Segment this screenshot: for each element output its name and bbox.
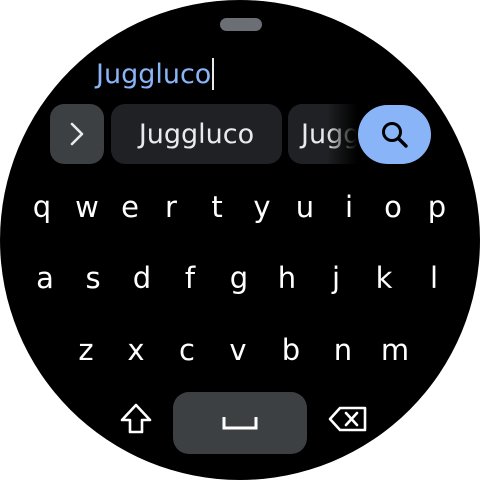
chevron-right-icon [70,122,84,146]
key-q[interactable]: q [28,182,56,232]
key-r[interactable]: r [157,182,185,232]
key-g[interactable]: g [225,253,253,303]
expand-suggestions-button[interactable] [50,104,104,164]
drag-handle[interactable] [220,18,262,31]
key-f[interactable]: f [176,253,204,303]
search-button[interactable] [358,105,431,164]
suggestion-fade [327,104,357,164]
backspace-key[interactable] [324,397,372,441]
search-icon [381,121,408,148]
space-bar-icon [222,417,258,430]
key-j[interactable]: j [322,253,350,303]
key-k[interactable]: k [370,253,398,303]
key-l[interactable]: l [420,253,448,303]
key-h[interactable]: h [273,253,301,303]
key-c[interactable]: c [173,325,201,375]
keyboard-row-3: z x c v b n m [0,325,480,375]
key-e[interactable]: e [116,182,144,232]
keyboard-row-2: a s d f g h j k l [0,253,480,303]
backspace-icon [328,406,367,432]
key-m[interactable]: m [381,325,409,375]
space-key[interactable] [173,392,307,454]
key-z[interactable]: z [72,325,100,375]
key-u[interactable]: u [291,182,319,232]
text-input-field[interactable]: Juggluco [96,56,215,92]
key-b[interactable]: b [277,325,305,375]
text-cursor [212,58,215,90]
key-p[interactable]: p [423,182,451,232]
key-o[interactable]: o [379,182,407,232]
key-w[interactable]: w [73,182,101,232]
key-v[interactable]: v [224,325,252,375]
input-value: Juggluco [96,58,212,90]
key-t[interactable]: t [203,182,231,232]
key-i[interactable]: i [335,182,363,232]
watch-screen: Juggluco Juggluco Jugg q w e r t y u i o… [0,0,480,480]
key-n[interactable]: n [329,325,357,375]
suggestion-chip[interactable]: Juggluco [111,104,282,164]
key-x[interactable]: x [122,325,150,375]
key-a[interactable]: a [31,253,59,303]
shift-arrow-icon [120,403,152,434]
suggestion-strip: Juggluco Jugg [111,104,357,164]
key-d[interactable]: d [128,253,156,303]
shift-key[interactable] [114,397,158,441]
key-y[interactable]: y [248,182,276,232]
key-s[interactable]: s [79,253,107,303]
keyboard-row-1: q w e r t y u i o p [0,182,480,232]
